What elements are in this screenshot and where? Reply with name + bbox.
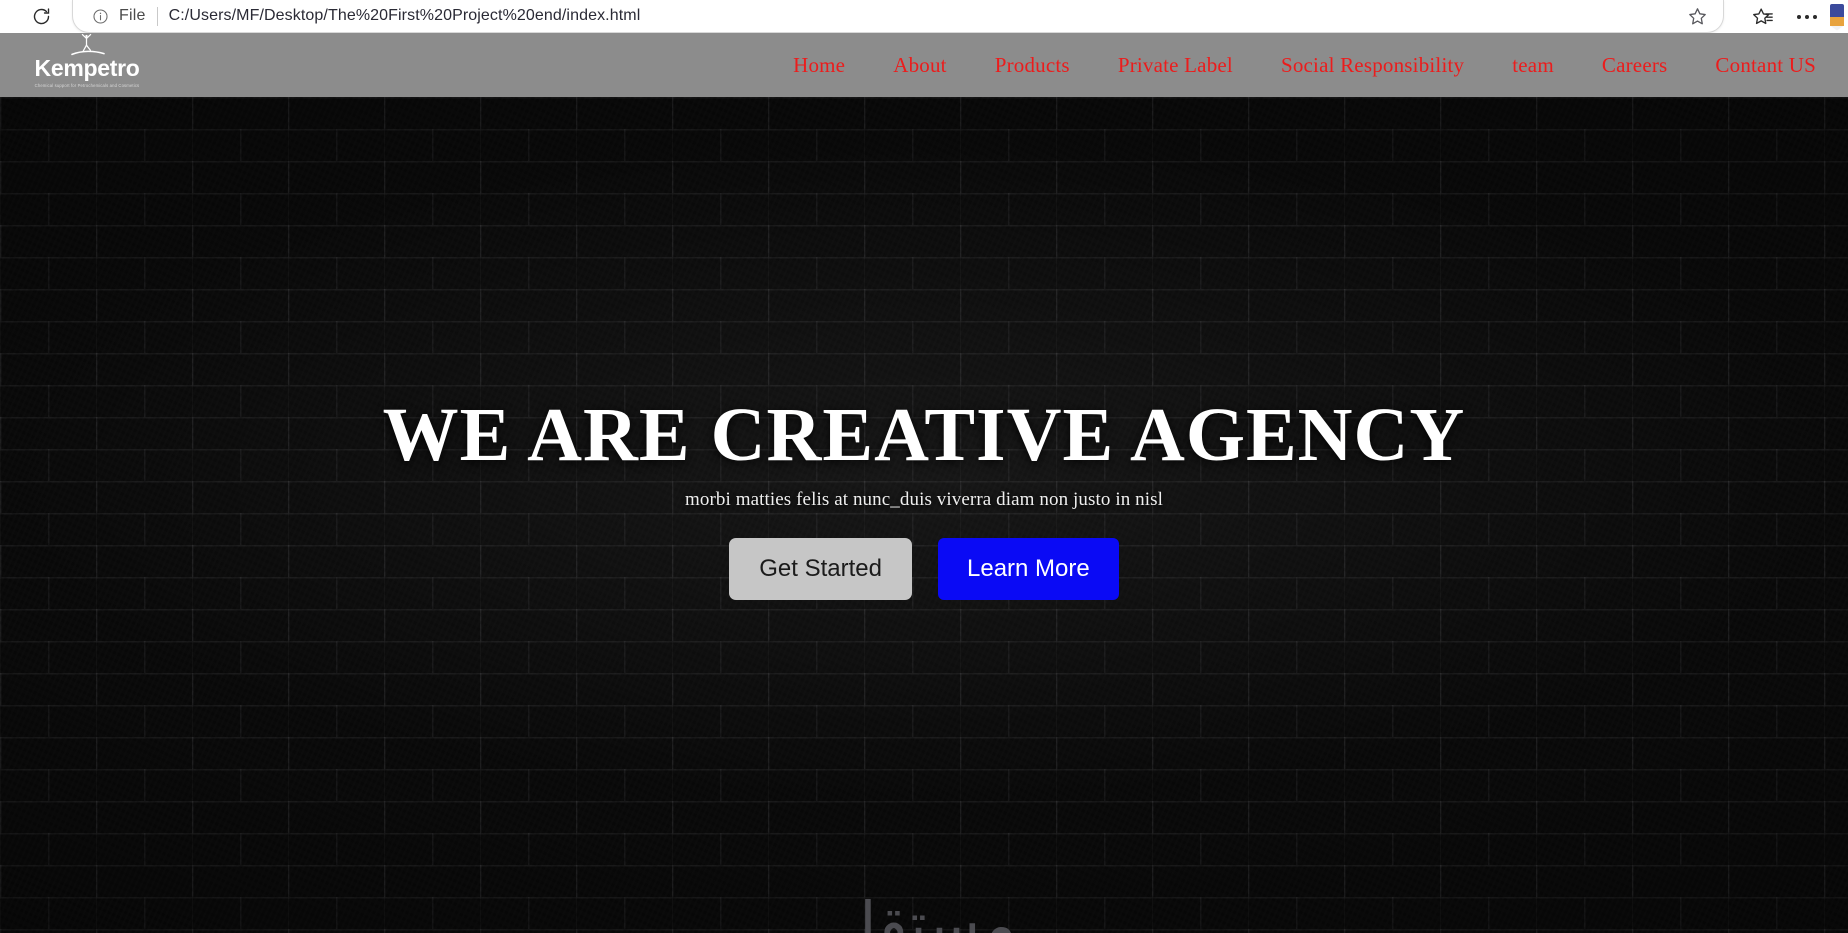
nav-item-team[interactable]: team [1488,53,1578,78]
dancing-figure-logo-icon [64,33,110,59]
three-dots-glyph [1797,14,1817,19]
nav-item-social-responsibility[interactable]: Social Responsibility [1257,53,1488,78]
learn-more-button[interactable]: Learn More [938,538,1119,600]
omnibox-divider [156,6,158,26]
site-logo[interactable]: Kempetro Chemical support for Petrochemi… [12,31,162,97]
hero-button-group: Get Started Learn More [729,538,1119,600]
address-bar[interactable]: File C:/Users/MF/Desktop/The%20First%20P… [72,0,1724,33]
hero-section: WE ARE CREATIVE AGENCY morbi matties fel… [0,97,1848,933]
brand-tagline: Chemical support for Petrochemicals and … [34,83,140,88]
browser-toolbar: File C:/Users/MF/Desktop/The%20First%20P… [0,0,1848,33]
site-info-icon[interactable] [91,7,110,26]
nav-item-products[interactable]: Products [971,53,1094,78]
favorite-star-icon[interactable] [1685,4,1709,28]
collections-icon[interactable] [1742,2,1784,32]
url-text[interactable]: C:/Users/MF/Desktop/The%20First%20Projec… [169,7,641,25]
hero-title: WE ARE CREATIVE AGENCY [382,393,1466,477]
hero-subtitle: morbi matties felis at nunc_duis viverra… [684,489,1164,510]
nav-item-about[interactable]: About [869,53,971,78]
nav-item-contact-us[interactable]: Contant US [1691,53,1848,78]
hero-content: WE ARE CREATIVE AGENCY morbi matties fel… [0,97,1848,933]
nav-item-private-label[interactable]: Private Label [1094,53,1257,78]
nav-links: Home About Products Private Label Social… [769,33,1848,97]
reload-icon[interactable] [28,4,54,30]
nav-item-home[interactable]: Home [769,53,869,78]
browser-menu-icon[interactable] [1786,2,1828,32]
scheme-label: File [119,7,146,24]
brand-name: Kempetro [34,55,140,81]
browser-action-buttons [1742,2,1848,32]
site-navigation-bar: Kempetro Chemical support for Petrochemi… [0,33,1848,97]
profile-pen-icon[interactable] [1830,3,1844,31]
nav-item-careers[interactable]: Careers [1578,53,1692,78]
browser-nav-controls [0,4,54,30]
get-started-button[interactable]: Get Started [729,538,912,600]
